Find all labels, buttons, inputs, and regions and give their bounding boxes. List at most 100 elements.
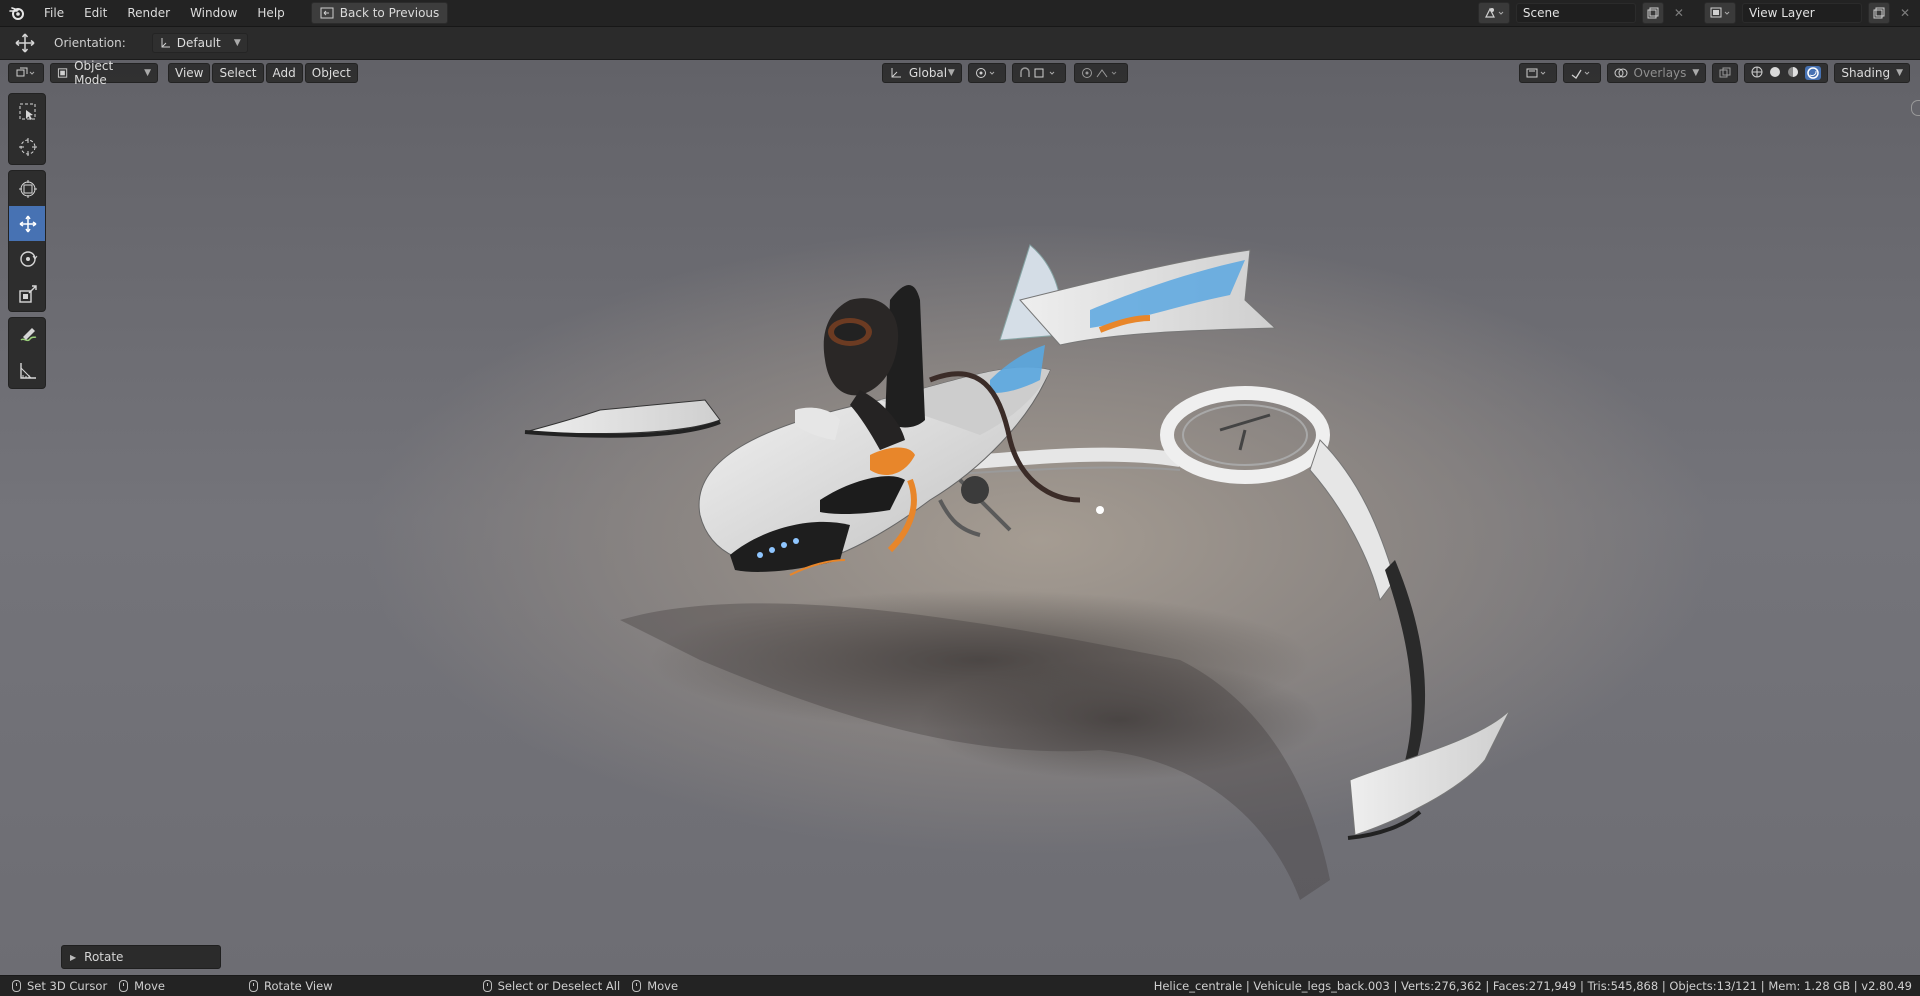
- annotate-icon[interactable]: [9, 318, 45, 353]
- material-shading-icon[interactable]: [1787, 66, 1799, 81]
- last-operator-label: Rotate: [84, 950, 124, 964]
- middle-mouse-icon: [249, 980, 259, 992]
- scene-statistics: Helice_centrale | Vehicule_legs_back.003…: [1153, 979, 1912, 993]
- orientation-label: Orientation:: [54, 36, 126, 50]
- vehicle-render: [524, 244, 1511, 900]
- move-tool-icon: [14, 32, 36, 54]
- left-mouse-icon: [12, 980, 21, 992]
- blender-logo-icon[interactable]: [0, 5, 34, 21]
- menu-render[interactable]: Render: [117, 0, 180, 26]
- hint-select-all: Select or Deselect All: [482, 979, 621, 993]
- new-scene-button[interactable]: [1641, 2, 1664, 24]
- duplicate-icon: [1873, 7, 1885, 19]
- rendered-shading-icon[interactable]: [1805, 66, 1822, 80]
- pivot-point-dropdown[interactable]: [967, 63, 1006, 83]
- scene-name-field[interactable]: Scene: [1515, 3, 1636, 23]
- wireframe-shading-icon[interactable]: [1751, 66, 1763, 81]
- right-mouse-icon: [632, 980, 642, 992]
- scene-name: Scene: [1522, 6, 1560, 20]
- menu-add[interactable]: Add: [265, 63, 303, 83]
- snap-icon: [1020, 67, 1055, 78]
- hint-rotate-view: Rotate View: [249, 979, 333, 993]
- scene-selector-button[interactable]: [1477, 2, 1510, 24]
- viewport-header: Object Mode ▼ View Select Add Object Glo…: [0, 60, 1920, 87]
- middle-mouse-icon: [119, 980, 129, 992]
- expand-triangle-icon: ▶: [70, 952, 77, 962]
- top-menu-bar: File Edit Render Window Help Back to Pre…: [0, 0, 1920, 27]
- editor-type-button[interactable]: [8, 63, 44, 83]
- chevron-down-icon: ▼: [1896, 68, 1903, 78]
- orientation-dropdown[interactable]: Default ▼: [151, 33, 248, 53]
- top-right-controls: Scene ✕ View Layer ✕: [1477, 2, 1920, 24]
- hint-label: Set 3D Cursor: [27, 979, 108, 993]
- proportional-edit-icon: [1081, 68, 1117, 78]
- menu-view[interactable]: View: [168, 63, 211, 83]
- hint-label: Move: [134, 979, 166, 993]
- shading-dropdown[interactable]: Shading ▼: [1834, 63, 1910, 83]
- menu-object[interactable]: Object: [304, 63, 358, 83]
- transform-orientation-label: Global: [908, 66, 948, 80]
- scale-icon[interactable]: [9, 276, 45, 311]
- measure-icon[interactable]: [9, 353, 45, 388]
- view-layer-name-field[interactable]: View Layer: [1741, 3, 1862, 23]
- delete-scene-icon[interactable]: ✕: [1670, 6, 1688, 20]
- xray-icon: [1719, 67, 1731, 78]
- chevron-down-icon: ▼: [947, 68, 955, 78]
- overlays-label: Overlays: [1633, 66, 1687, 80]
- hint-move: Move: [119, 979, 165, 993]
- chevron-down-icon: ▼: [1692, 68, 1700, 78]
- last-operator-panel[interactable]: ▶ Rotate: [61, 945, 221, 969]
- view-layer-selector-button[interactable]: [1703, 2, 1736, 24]
- scene-icon: [1484, 7, 1504, 18]
- object-mode-label: Object Mode: [74, 60, 114, 87]
- hint-label: Rotate View: [264, 979, 333, 993]
- hint-set-3d-cursor: Set 3D Cursor: [12, 979, 107, 993]
- global-axis-icon: [891, 68, 901, 78]
- tool-shelf: [8, 93, 46, 394]
- screen-back-icon: [320, 7, 334, 19]
- pivot-icon: [975, 68, 995, 78]
- hint-move-2: Move: [632, 979, 678, 993]
- view-layer-icon: [1710, 7, 1730, 18]
- snap-toggle[interactable]: [1011, 63, 1066, 83]
- hint-label: Move: [647, 979, 679, 993]
- rotate-icon[interactable]: [9, 241, 45, 276]
- delete-view-layer-icon[interactable]: ✕: [1896, 6, 1914, 20]
- solid-shading-icon[interactable]: [1769, 66, 1781, 81]
- duplicate-icon: [1647, 7, 1659, 19]
- view-object-types-dropdown[interactable]: [1518, 63, 1557, 83]
- menu-window[interactable]: Window: [180, 0, 247, 26]
- view-types-icon: [1526, 68, 1545, 78]
- gizmo-icon: [1571, 69, 1589, 79]
- menu-edit[interactable]: Edit: [74, 0, 117, 26]
- select-box-icon[interactable]: [9, 94, 45, 129]
- 3d-view-icon: [16, 67, 35, 77]
- view-layer-name: View Layer: [1748, 6, 1815, 20]
- menu-help[interactable]: Help: [247, 0, 294, 26]
- move-icon[interactable]: [9, 206, 45, 241]
- chevron-down-icon: ▼: [233, 38, 241, 48]
- object-mode-dropdown[interactable]: Object Mode ▼: [50, 60, 158, 87]
- overlays-dropdown[interactable]: Overlays ▼: [1606, 63, 1707, 83]
- shading-modes: [1744, 63, 1829, 83]
- tool-settings-bar: Orientation: Default ▼: [0, 27, 1920, 60]
- transform-orientation-dropdown[interactable]: Global ▼: [881, 63, 962, 83]
- hint-label: Select or Deselect All: [497, 979, 621, 993]
- back-to-previous-button[interactable]: Back to Previous: [310, 2, 449, 24]
- left-mouse-icon: [482, 980, 492, 992]
- 3d-viewport[interactable]: Object Mode ▼ View Select Add Object Glo…: [0, 60, 1920, 975]
- menu-file[interactable]: File: [34, 0, 74, 26]
- axis-icon: [161, 38, 170, 48]
- orientation-value: Default: [176, 36, 221, 50]
- xray-toggle[interactable]: [1712, 63, 1739, 83]
- cursor-icon[interactable]: [9, 129, 45, 164]
- new-view-layer-button[interactable]: [1867, 2, 1890, 24]
- gizmo-toggle[interactable]: [1562, 63, 1601, 83]
- move-transform-icon[interactable]: [9, 171, 45, 206]
- menu-select[interactable]: Select: [212, 63, 264, 83]
- proportional-edit-toggle[interactable]: [1073, 63, 1128, 83]
- overlays-icon: [1614, 68, 1627, 78]
- back-to-previous-label: Back to Previous: [339, 6, 440, 20]
- main-menu: File Edit Render Window Help: [34, 0, 295, 26]
- gizmo-edge-icon[interactable]: [1911, 100, 1920, 116]
